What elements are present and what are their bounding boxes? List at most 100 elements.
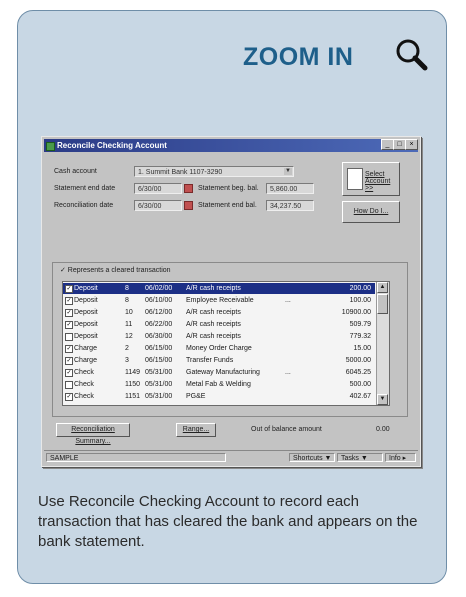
transaction-row[interactable]: ✓ Check 1151 05/31/00 PG&E 402.67 — [63, 391, 375, 402]
transaction-type: Deposit — [74, 297, 98, 304]
transaction-number: 8 — [125, 297, 129, 304]
cleared-checkbox[interactable]: ✓ — [65, 345, 73, 353]
magnifier-icon — [396, 39, 428, 71]
transaction-row[interactable]: ✓ Deposit 10 06/12/00 A/R cash receipts 10900… — [63, 307, 375, 318]
transaction-type: Charge — [74, 345, 97, 352]
cash-account-value: 1. Summit Bank 1107-3290 — [138, 169, 223, 176]
transaction-amount: 200.00 — [349, 285, 371, 292]
app-icon — [46, 142, 55, 151]
transaction-row[interactable]: ✓ Deposit 8 06/10/00 Employee Receivable... 1… — [63, 295, 375, 306]
transaction-type: Deposit — [74, 321, 98, 328]
transaction-date: 06/22/00 — [145, 321, 173, 328]
status-bar: SAMPLE Shortcuts ▼ Tasks ▼ Info ▸ — [44, 450, 418, 464]
reconciliation-date-field[interactable]: 6/30/00 — [134, 200, 182, 211]
transaction-description: A/R cash receipts — [186, 285, 241, 292]
out-of-balance-label: Out of balance amount — [251, 426, 322, 433]
cleared-checkbox[interactable]: ✓ — [65, 285, 73, 293]
transaction-amount: 509.79 — [349, 321, 371, 328]
tasks-label: Tasks — [341, 455, 359, 462]
transaction-description: PG&E — [186, 393, 206, 400]
window-titlebar: Reconcile Checking Account — [44, 139, 418, 152]
transaction-row[interactable]: ✓ Charge 2 06/15/00 Money Order Charge 15.00 — [63, 343, 375, 354]
cleared-legend: ✓ Represents a cleared transaction — [60, 267, 171, 274]
out-of-balance-value: 0.00 — [376, 426, 390, 433]
transaction-description: Gateway Manufacturing — [186, 369, 260, 376]
shortcuts-label: Shortcuts — [293, 455, 323, 462]
calendar-icon[interactable] — [184, 184, 193, 193]
transaction-description: A/R cash receipts — [186, 333, 241, 340]
transaction-type: Check — [74, 381, 94, 388]
range-button[interactable]: Range... — [176, 423, 216, 437]
statement-end-bal-label: Statement end bal. — [198, 202, 257, 209]
scroll-thumb[interactable] — [377, 294, 388, 314]
transaction-date: 06/02/00 — [145, 285, 173, 292]
statement-end-bal-field[interactable]: 34,237.50 — [266, 200, 314, 211]
cleared-checkbox[interactable]: ✓ — [65, 357, 73, 365]
zoom-in-title: ZOOM IN — [243, 43, 354, 71]
cleared-checkbox[interactable]: ✓ — [65, 309, 73, 317]
transaction-number: 10 — [125, 309, 133, 316]
statement-beg-bal-field[interactable]: 5,860.00 — [266, 183, 314, 194]
transaction-date: 06/30/00 — [145, 333, 173, 340]
transaction-type: Check — [74, 393, 94, 400]
scroll-up-button[interactable]: ▲ — [377, 282, 388, 293]
cleared-checkbox[interactable]: ✓ — [65, 393, 73, 401]
transaction-number: 11 — [125, 321, 133, 328]
reconciliation-date-label: Reconciliation date — [54, 202, 114, 209]
transaction-amount: 5000.00 — [345, 357, 371, 364]
transaction-number: 2 — [125, 345, 129, 352]
caption-text: Use Reconcile Checking Account to record… — [38, 493, 418, 550]
transaction-row[interactable]: ✓ Check 1149 05/31/00 Gateway Manufacturing.… — [63, 367, 375, 378]
shortcuts-dropdown[interactable]: Shortcuts ▼ — [289, 453, 335, 462]
transaction-description: Transfer Funds — [186, 357, 234, 364]
transaction-type: Charge — [74, 357, 97, 364]
transaction-more-indicator: ... — [285, 297, 291, 304]
reconciliation-summary-button[interactable]: Reconciliation Summary... — [56, 423, 130, 445]
how-do-i-button[interactable]: How Do I... — [342, 201, 400, 223]
info-label: Info — [389, 455, 401, 462]
transaction-amount: 15.00 — [353, 345, 371, 352]
transaction-description: Money Order Charge — [186, 345, 252, 352]
transaction-date: 05/31/00 — [145, 393, 173, 400]
transaction-row[interactable]: Deposit 12 06/30/00 A/R cash receipts 779.32 — [63, 331, 375, 342]
cash-account-select[interactable]: 1. Summit Bank 1107-3290 ▼ — [134, 166, 294, 177]
cleared-checkbox[interactable]: ✓ — [65, 321, 73, 329]
status-company: SAMPLE — [46, 453, 226, 462]
transaction-date: 06/10/00 — [145, 297, 173, 304]
transaction-date: 06/12/00 — [145, 309, 173, 316]
transaction-number: 3 — [125, 357, 129, 364]
statement-end-date-label: Statement end date — [54, 185, 116, 192]
cleared-checkbox[interactable]: ✓ — [65, 369, 73, 377]
transaction-row[interactable]: ✓ Charge 3 06/15/00 Transfer Funds 5000.00 — [63, 355, 375, 366]
calendar-icon[interactable] — [184, 201, 193, 210]
transaction-row[interactable]: ✓ Deposit 8 06/02/00 A/R cash receipts 200.00 — [63, 283, 375, 294]
transaction-type: Deposit — [74, 309, 98, 316]
transaction-description: A/R cash receipts — [186, 309, 241, 316]
transaction-row[interactable]: Check 1150 05/31/00 Metal Fab & Welding 500.… — [63, 379, 375, 390]
transactions-list[interactable]: ✓ Deposit 8 06/02/00 A/R cash receipts 200.00… — [62, 281, 390, 406]
window-title: Reconcile Checking Account — [57, 141, 167, 150]
cash-account-label: Cash account — [54, 168, 97, 175]
transaction-amount: 402.67 — [349, 393, 371, 400]
transaction-number: 1151 — [125, 393, 141, 400]
select-account-button[interactable]: Select Account >> — [342, 162, 400, 196]
transaction-description: A/R cash receipts — [186, 321, 241, 328]
close-button[interactable]: × — [405, 139, 418, 150]
transaction-description: Employee Receivable — [186, 297, 254, 304]
transactions-scrollbar[interactable]: ▲ ▼ — [376, 282, 389, 405]
info-button[interactable]: Info ▸ — [385, 453, 416, 462]
transaction-number: 12 — [125, 333, 133, 340]
transaction-date: 06/15/00 — [145, 345, 173, 352]
transaction-date: 05/31/00 — [145, 381, 173, 388]
statement-beg-bal-label: Statement beg. bal. — [198, 185, 259, 192]
select-account-label: Select Account >> — [365, 171, 391, 192]
scroll-down-button[interactable]: ▼ — [377, 394, 388, 405]
account-card-icon — [347, 168, 363, 190]
tasks-dropdown[interactable]: Tasks ▼ — [337, 453, 383, 462]
cleared-checkbox[interactable]: ✓ — [65, 297, 73, 305]
cleared-checkbox[interactable] — [65, 333, 73, 341]
transaction-number: 1149 — [125, 369, 141, 376]
transaction-row[interactable]: ✓ Deposit 11 06/22/00 A/R cash receipts 509.7… — [63, 319, 375, 330]
cleared-checkbox[interactable] — [65, 381, 73, 389]
statement-end-date-field[interactable]: 6/30/00 — [134, 183, 182, 194]
